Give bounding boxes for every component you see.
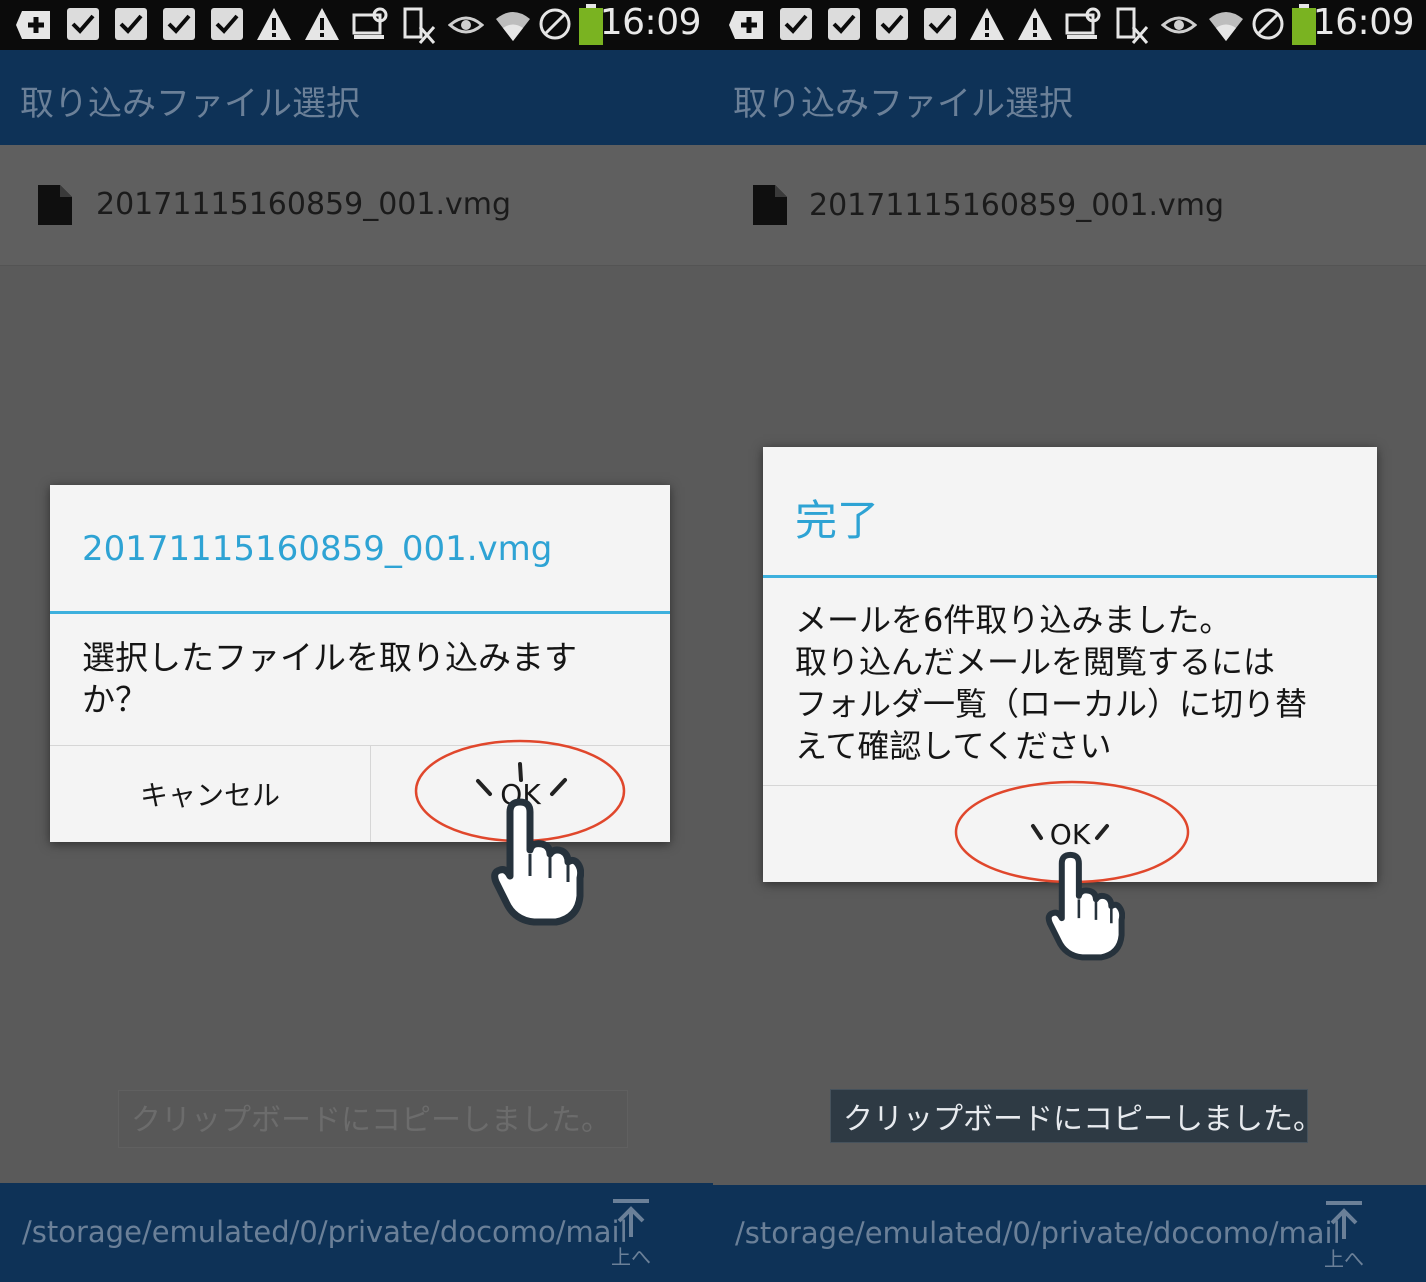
up-button[interactable]: 上へ: [607, 1197, 667, 1269]
add-icon: [16, 11, 50, 39]
warning-icon: [257, 8, 291, 40]
dialog-divider: [50, 611, 670, 614]
page-title: 取り込みファイル選択: [733, 84, 1073, 124]
wifi-icon: [1209, 12, 1243, 41]
screen-right: 16:09 取り込みファイル選択 20171115160859_001.vmg …: [713, 0, 1426, 1282]
dialog-title: 20171115160859_001.vmg: [82, 529, 553, 569]
current-path: /storage/emulated/0/private/docomo/mail: [22, 1215, 628, 1249]
checkbox-icon: [163, 8, 195, 40]
checkbox-icon: [780, 8, 812, 40]
file-icon: [38, 185, 72, 225]
up-arrow-icon: [1326, 1201, 1362, 1239]
file-icon: [753, 185, 787, 225]
action-bar: 取り込みファイル選択: [0, 50, 713, 145]
dialog-message: メールを6件取り込みました。 取り込んだメールを閲覧するには フォルダ一覧（ロー…: [795, 601, 1308, 765]
blocked-icon: [1252, 8, 1284, 40]
file-name: 20171115160859_001.vmg: [96, 187, 512, 222]
input-method-icon: [403, 7, 436, 44]
warning-icon: [1018, 8, 1052, 40]
cancel-button[interactable]: キャンセル: [50, 746, 371, 842]
dialog-button-bar: OK: [763, 785, 1377, 882]
up-arrow-icon: [613, 1199, 649, 1237]
up-button-label: 上へ: [611, 1245, 651, 1269]
page-title: 取り込みファイル選択: [20, 84, 360, 124]
toast-message: クリップボードにコピーしました。: [830, 1089, 1323, 1143]
eye-icon: [1161, 16, 1197, 34]
checkbox-icon: [828, 8, 860, 40]
import-confirm-dialog: 20171115160859_001.vmg 選択したファイルを取り込みます か…: [50, 485, 670, 842]
current-path: /storage/emulated/0/private/docomo/mail: [735, 1216, 1341, 1250]
sim-icon: [1065, 7, 1101, 39]
blocked-icon: [539, 8, 571, 40]
dialog-divider: [763, 575, 1377, 578]
file-list-item[interactable]: 20171115160859_001.vmg: [713, 145, 1426, 266]
file-name: 20171115160859_001.vmg: [809, 188, 1225, 223]
ok-button[interactable]: OK: [371, 746, 670, 842]
wifi-icon: [496, 12, 530, 41]
up-button-label: 上へ: [1324, 1247, 1364, 1271]
path-bar: /storage/emulated/0/private/docomo/mail …: [0, 1183, 713, 1282]
checkbox-icon: [115, 8, 147, 40]
file-list-item[interactable]: 20171115160859_001.vmg: [0, 145, 713, 266]
path-bar: /storage/emulated/0/private/docomo/mail …: [713, 1185, 1426, 1282]
checkbox-icon: [876, 8, 908, 40]
status-bar: 16:09: [713, 0, 1426, 50]
sim-icon: [352, 7, 388, 39]
warning-icon: [970, 8, 1004, 40]
screen-left: 16:09 取り込みファイル選択 20171115160859_001.vmg …: [0, 0, 713, 1282]
action-bar: 取り込みファイル選択: [713, 50, 1426, 145]
status-bar: 16:09: [0, 0, 713, 50]
import-complete-dialog: 完了 メールを6件取り込みました。 取り込んだメールを閲覧するには フォルダ一覧…: [763, 447, 1377, 882]
checkbox-icon: [211, 8, 243, 40]
dialog-title: 完了: [795, 496, 880, 545]
add-icon: [729, 11, 763, 39]
checkbox-icon: [67, 8, 99, 40]
dialog-message: 選択したファイルを取り込みます か？: [82, 638, 577, 719]
warning-icon: [305, 8, 339, 40]
up-button[interactable]: 上へ: [1320, 1199, 1380, 1271]
clock: 16:09: [1312, 2, 1415, 43]
input-method-icon: [1116, 7, 1149, 44]
toast-message: クリップボードにコピーしました。: [118, 1090, 628, 1148]
clock: 16:09: [599, 2, 702, 43]
dialog-button-bar: キャンセル OK: [50, 745, 670, 842]
eye-icon: [448, 16, 484, 34]
checkbox-icon: [924, 8, 956, 40]
ok-button[interactable]: OK: [763, 786, 1377, 882]
